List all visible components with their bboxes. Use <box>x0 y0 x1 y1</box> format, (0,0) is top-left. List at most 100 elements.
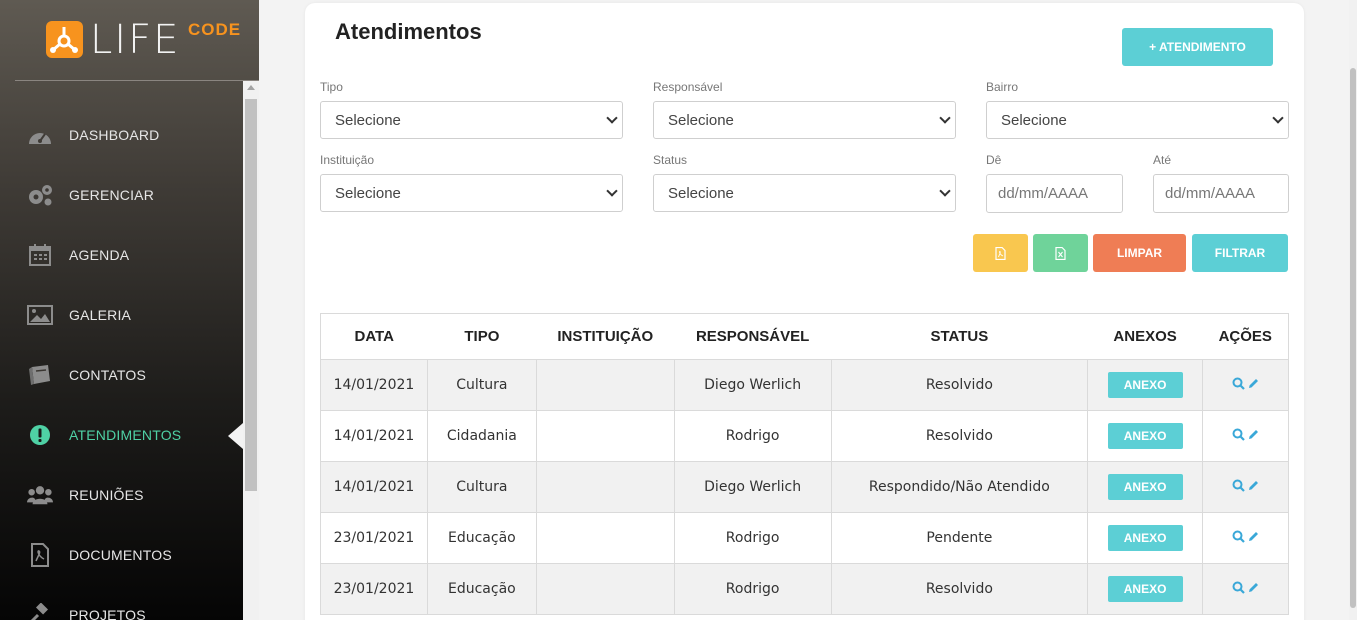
cell-responsavel: Diego Werlich <box>673 359 832 411</box>
cell-status: Respondido/Não Atendido <box>830 461 1088 513</box>
column-header-responsavel[interactable]: RESPONSÁVEL <box>674 313 832 360</box>
cell-status: Resolvido <box>830 563 1088 615</box>
chevron-down-icon <box>1272 112 1284 124</box>
search-icon[interactable] <box>1232 428 1245 441</box>
date-from-input[interactable]: dd/mm/AAAA <box>986 174 1123 213</box>
page-scrollbar-thumb[interactable] <box>1350 68 1356 608</box>
cell-anexos: ANEXO <box>1087 359 1203 411</box>
image-icon <box>27 302 53 328</box>
column-header-data[interactable]: DATA <box>320 313 428 360</box>
export-excel-button[interactable] <box>1033 234 1088 272</box>
pdf-icon <box>995 246 1006 260</box>
cell-anexos: ANEXO <box>1087 563 1203 615</box>
pdf-file-icon <box>27 542 53 568</box>
search-icon[interactable] <box>1232 377 1245 390</box>
cell-instituicao <box>535 461 675 513</box>
search-icon[interactable] <box>1232 581 1245 594</box>
cell-data: 23/01/2021 <box>320 563 428 615</box>
sidebar-menu: DASHBOARD GERENCIAR AGENDA GALERIA CONTA… <box>0 105 243 620</box>
book-icon <box>27 362 53 388</box>
chevron-down-icon <box>939 112 951 124</box>
anexo-button[interactable]: ANEXO <box>1107 525 1183 551</box>
bairro-label: Bairro <box>986 80 1019 94</box>
anexo-button[interactable]: ANEXO <box>1107 423 1183 449</box>
edit-pencil-icon[interactable] <box>1247 581 1260 594</box>
anexo-button[interactable]: ANEXO <box>1107 474 1183 500</box>
scroll-up-arrow-icon[interactable] <box>247 85 255 90</box>
date-from-label: Dê <box>986 153 1002 167</box>
cell-tipo: Cidadania <box>426 410 537 462</box>
cell-anexos: ANEXO <box>1087 410 1203 462</box>
responsavel-select[interactable]: Selecione <box>653 101 956 139</box>
sidebar-item-agenda[interactable]: AGENDA <box>0 225 243 285</box>
anexo-button[interactable]: ANEXO <box>1107 372 1183 398</box>
column-header-status[interactable]: STATUS <box>831 313 1088 360</box>
column-header-acoes: AÇÕES <box>1202 313 1289 360</box>
sidebar-item-reunioes[interactable]: REUNIÕES <box>0 465 243 525</box>
edit-pencil-icon[interactable] <box>1247 530 1260 543</box>
search-icon[interactable] <box>1232 530 1245 543</box>
status-label: Status <box>653 153 688 167</box>
edit-pencil-icon[interactable] <box>1247 479 1260 492</box>
sidebar-item-label: GERENCIAR <box>69 187 155 203</box>
search-icon[interactable] <box>1232 479 1245 492</box>
logo-code: CODE <box>188 20 242 39</box>
page-scrollbar[interactable] <box>1349 0 1357 620</box>
sidebar-item-atendimentos[interactable]: ATENDIMENTOS <box>0 405 243 465</box>
sidebar-item-label: PROJETOS <box>69 607 146 620</box>
sidebar-item-contatos[interactable]: CONTATOS <box>0 345 243 405</box>
column-header-instituicao[interactable]: INSTITUIÇÃO <box>536 313 675 360</box>
table-row: 14/01/2021 Cultura Diego Werlich Respond… <box>320 461 1289 513</box>
cell-status: Resolvido <box>830 359 1088 411</box>
logo[interactable]: LIFE CODE <box>0 0 259 80</box>
cell-data: 14/01/2021 <box>320 359 428 411</box>
sidebar-item-label: DASHBOARD <box>69 127 160 143</box>
chevron-down-icon <box>606 112 618 124</box>
cell-acoes <box>1202 563 1289 615</box>
limpar-button[interactable]: LIMPAR <box>1093 234 1186 272</box>
cell-responsavel: Rodrigo <box>673 512 832 564</box>
calendar-icon <box>27 242 53 268</box>
anexo-button[interactable]: ANEXO <box>1107 576 1183 602</box>
tipo-select-value: Selecione <box>335 111 401 129</box>
sidebar-item-projetos[interactable]: PROJETOS <box>0 585 243 620</box>
cell-responsavel: Rodrigo <box>673 410 832 462</box>
cell-acoes <box>1202 512 1289 564</box>
responsavel-label: Responsável <box>653 80 723 94</box>
table-row: 23/01/2021 Educação Rodrigo Resolvido AN… <box>320 563 1289 615</box>
gavel-icon <box>27 602 53 620</box>
status-select[interactable]: Selecione <box>653 174 956 212</box>
cell-status: Resolvido <box>830 410 1088 462</box>
tipo-select[interactable]: Selecione <box>320 101 623 139</box>
sidebar-item-gerenciar[interactable]: GERENCIAR <box>0 165 243 225</box>
cell-responsavel: Rodrigo <box>673 563 832 615</box>
bairro-select-value: Selecione <box>1001 111 1067 129</box>
tipo-label: Tipo <box>320 80 343 94</box>
table-row: 14/01/2021 Cidadania Rodrigo Resolvido A… <box>320 410 1289 462</box>
cell-data: 23/01/2021 <box>320 512 428 564</box>
filtrar-button[interactable]: FILTRAR <box>1192 234 1288 272</box>
status-select-value: Selecione <box>668 184 734 202</box>
sidebar-item-documentos[interactable]: DOCUMENTOS <box>0 525 243 585</box>
logo-divider <box>15 80 259 81</box>
sidebar-item-label: AGENDA <box>69 247 130 263</box>
sidebar-scrollbar-thumb[interactable] <box>245 99 257 491</box>
logo-text: LIFE <box>90 17 181 63</box>
page-title: Atendimentos <box>335 19 482 44</box>
cell-tipo: Educação <box>426 563 537 615</box>
bairro-select[interactable]: Selecione <box>986 101 1289 139</box>
instituicao-select[interactable]: Selecione <box>320 174 623 212</box>
instituicao-label: Instituição <box>320 153 375 167</box>
column-header-tipo[interactable]: TIPO <box>427 313 537 360</box>
table-row: 23/01/2021 Educação Rodrigo Pendente ANE… <box>320 512 1289 564</box>
export-pdf-button[interactable] <box>973 234 1028 272</box>
add-atendimento-button[interactable]: + ATENDIMENTO <box>1122 28 1273 66</box>
edit-pencil-icon[interactable] <box>1247 377 1260 390</box>
sidebar-item-galeria[interactable]: GALERIA <box>0 285 243 345</box>
date-to-input[interactable]: dd/mm/AAAA <box>1153 174 1289 213</box>
logo-mark-icon <box>46 21 83 58</box>
sidebar-scrollbar[interactable] <box>243 81 259 620</box>
sidebar-item-dashboard[interactable]: DASHBOARD <box>0 105 243 165</box>
cell-responsavel: Diego Werlich <box>673 461 832 513</box>
edit-pencil-icon[interactable] <box>1247 428 1260 441</box>
